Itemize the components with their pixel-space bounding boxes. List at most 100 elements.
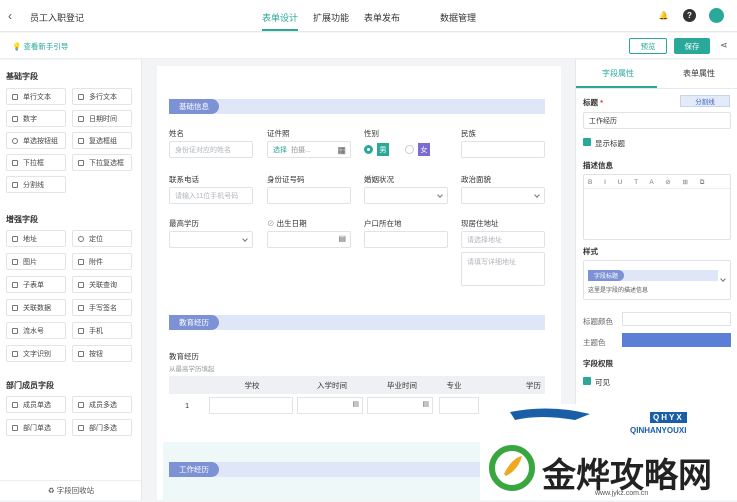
idno-input[interactable] bbox=[267, 187, 351, 204]
radio-female[interactable] bbox=[405, 145, 414, 154]
field-attachment[interactable]: 附件 bbox=[72, 253, 132, 270]
field-dropdown[interactable]: 下拉框 bbox=[6, 154, 66, 171]
top-bar: ‹ 员工入职登记 表单设计 扩展功能 表单发布 数据管理 🔔 ? bbox=[0, 0, 737, 32]
style-select[interactable]: 字段标题 这里是字段的描述信息 bbox=[583, 260, 731, 300]
field-subform[interactable]: 子表单 bbox=[6, 276, 66, 293]
field-signature[interactable]: 手写签名 bbox=[72, 299, 132, 316]
field-mobile[interactable]: 手机 bbox=[72, 322, 132, 339]
title-color-picker[interactable] bbox=[622, 312, 731, 326]
style-tag: 字段标题 bbox=[588, 270, 625, 281]
visible-checkbox[interactable] bbox=[583, 377, 591, 385]
field-location[interactable]: 定位 bbox=[72, 230, 132, 247]
theme-color-swatch[interactable] bbox=[622, 333, 731, 347]
political-select[interactable] bbox=[461, 187, 545, 204]
marital-select[interactable] bbox=[364, 187, 448, 204]
link-icon bbox=[12, 304, 18, 311]
radio-male[interactable] bbox=[364, 145, 373, 154]
edu-table-hint: 从最高学历填起 bbox=[169, 366, 215, 373]
site-watermark: QHYX QINHANYOUXI 金烨攻略网 www.jykz.com.cn bbox=[480, 404, 737, 500]
school-cell-input[interactable] bbox=[209, 397, 293, 414]
field-datetime[interactable]: 日期时间 bbox=[72, 110, 132, 127]
tab-publish[interactable]: 表单发布 bbox=[364, 11, 400, 24]
start-date-cell[interactable]: ▤ bbox=[297, 397, 363, 414]
field-member-single[interactable]: 成员单选 bbox=[6, 396, 66, 413]
back-arrow-icon[interactable]: ‹ bbox=[8, 9, 12, 23]
hukou-input[interactable] bbox=[364, 231, 448, 248]
section-title: 基础信息 bbox=[169, 99, 219, 114]
phone-input[interactable]: 请输入11位手机号码 bbox=[169, 187, 253, 204]
visible-label: 可见 bbox=[595, 378, 610, 387]
field-linked-query[interactable]: 关联查询 bbox=[72, 276, 132, 293]
field-number[interactable]: 数字 bbox=[6, 110, 66, 127]
end-date-cell[interactable]: ▤ bbox=[367, 397, 433, 414]
field-dept-multi[interactable]: 部门多选 bbox=[72, 419, 132, 436]
theme-color-label: 主题色 bbox=[583, 338, 606, 347]
birth-date-input[interactable]: ▤ bbox=[267, 231, 351, 248]
sub-toolbar: 💡 查看新手引导 预览 保存 ⋖ bbox=[0, 33, 737, 59]
style-label: 样式 bbox=[583, 247, 598, 256]
field-ocr[interactable]: 文字识别 bbox=[6, 345, 66, 362]
field-address[interactable]: 地址 bbox=[6, 230, 66, 247]
major-cell-input[interactable] bbox=[439, 397, 479, 414]
address-detail-input[interactable]: 请填写详细地址 bbox=[461, 252, 545, 286]
tab-field-properties[interactable]: 字段属性 bbox=[602, 68, 634, 79]
tab-data-management[interactable]: 数据管理 bbox=[440, 11, 476, 24]
tab-form-design[interactable]: 表单设计 bbox=[262, 11, 298, 24]
section-title: 教育经历 bbox=[169, 315, 219, 330]
field-button[interactable]: 按钮 bbox=[72, 345, 132, 362]
phone-icon bbox=[78, 327, 84, 334]
chevron-down-icon bbox=[720, 276, 726, 282]
description-editor[interactable]: B I U T A ⊘ ⊞ ⧉ bbox=[583, 174, 731, 240]
enhanced-fields-title: 增强字段 bbox=[6, 215, 38, 224]
preview-button[interactable]: 预览 bbox=[629, 38, 667, 54]
table-header-school: 学校 bbox=[207, 376, 297, 394]
field-single-line-text[interactable]: 单行文本 bbox=[6, 88, 66, 105]
field-checkbox-group[interactable]: 复选框组 bbox=[72, 132, 132, 149]
female-tag: 女 bbox=[418, 143, 430, 156]
guide-link[interactable]: 💡 查看新手引导 bbox=[12, 41, 68, 52]
users-icon bbox=[78, 401, 84, 408]
field-linked-data[interactable]: 关联数据 bbox=[6, 299, 66, 316]
tab-form-properties[interactable]: 表单属性 bbox=[683, 68, 715, 79]
wave-shape bbox=[510, 408, 590, 420]
description-label: 描述信息 bbox=[583, 161, 613, 170]
idno-label: 身份证号码 bbox=[267, 175, 305, 184]
field-image[interactable]: 图片 bbox=[6, 253, 66, 270]
number-icon bbox=[12, 115, 18, 122]
tab-extensions[interactable]: 扩展功能 bbox=[313, 11, 349, 24]
section-education[interactable]: 教育经历 bbox=[169, 315, 545, 330]
field-radio-group[interactable]: 单选按钮组 bbox=[6, 132, 66, 149]
edu-select[interactable] bbox=[169, 231, 253, 248]
field-multi-line-text[interactable]: 多行文本 bbox=[72, 88, 132, 105]
field-palette: 基础字段 单行文本 多行文本 数字 日期时间 单选按钮组 复选框组 下拉框 下拉… bbox=[0, 60, 142, 500]
name-input[interactable]: 身份证对应的姓名 bbox=[169, 141, 253, 158]
table-header-start: 入学时间 bbox=[297, 376, 367, 394]
table-header-index bbox=[169, 376, 207, 394]
help-icon[interactable]: ? bbox=[683, 9, 696, 22]
address-select[interactable]: 请选择地址 bbox=[461, 231, 545, 248]
photo-upload[interactable]: 选择 拍摄... ▦ bbox=[267, 141, 351, 158]
calendar-icon: ▤ bbox=[422, 401, 429, 408]
ethnic-input[interactable] bbox=[461, 141, 545, 158]
location-icon bbox=[78, 235, 84, 242]
text-icon bbox=[12, 93, 18, 100]
section-basic-info[interactable]: 基础信息 bbox=[169, 99, 545, 114]
field-divider[interactable]: 分割线 bbox=[6, 176, 66, 193]
field-member-multi[interactable]: 成员多选 bbox=[72, 396, 132, 413]
title-input[interactable]: 工作经历 bbox=[583, 112, 731, 129]
phone-label: 联系电话 bbox=[169, 175, 199, 184]
field-dept-single[interactable]: 部门单选 bbox=[6, 419, 66, 436]
notification-bell-icon[interactable]: 🔔 bbox=[657, 9, 670, 22]
field-dropdown-multi[interactable]: 下拉复选框 bbox=[72, 154, 132, 171]
share-icon[interactable]: ⋖ bbox=[720, 40, 728, 51]
save-button[interactable]: 保存 bbox=[674, 38, 710, 54]
user-avatar[interactable] bbox=[709, 8, 724, 23]
divider-button[interactable]: 分割线 bbox=[680, 95, 730, 107]
field-recycle-bin[interactable]: ♻ 字段回收站 bbox=[0, 480, 142, 500]
chevron-down-icon bbox=[242, 236, 248, 242]
field-serial-number[interactable]: 流水号 bbox=[6, 322, 66, 339]
section-title: 工作经历 bbox=[169, 462, 219, 477]
marital-label: 婚姻状况 bbox=[364, 175, 394, 184]
rich-text-toolbar[interactable]: B I U T A ⊘ ⊞ ⧉ bbox=[584, 175, 730, 189]
show-title-checkbox[interactable] bbox=[583, 138, 591, 146]
